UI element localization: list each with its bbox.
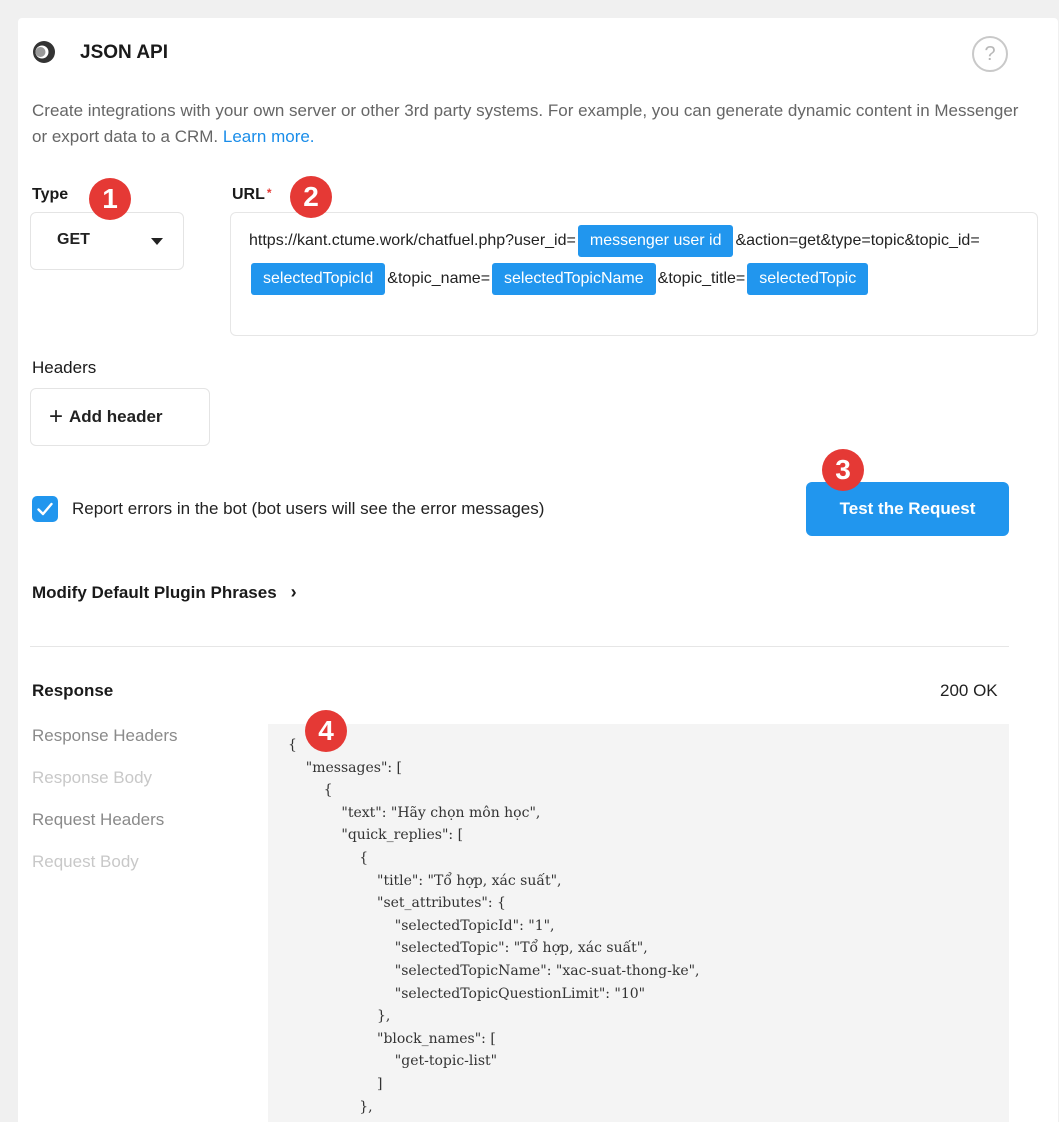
code-line: "messages": [ [288, 759, 403, 776]
page-title: JSON API [80, 42, 168, 63]
caret-down-icon [151, 238, 163, 245]
url-variable-chip[interactable]: selectedTopic [747, 263, 869, 295]
url-label: URL * [232, 186, 272, 204]
url-label-text: URL [232, 186, 265, 203]
json-api-logo-icon [32, 40, 56, 64]
tab-request-body[interactable]: Request Body [32, 852, 139, 872]
annotation-badge-2: 2 [290, 176, 332, 218]
code-line: "selectedTopicQuestionLimit": "10" [288, 985, 646, 1002]
response-body-code: { "messages": [ { "text": "Hãy chọn môn … [268, 724, 1009, 1118]
help-icon[interactable]: ? [972, 36, 1008, 72]
code-line: ] [288, 1075, 383, 1092]
modify-phrases-label: Modify Default Plugin Phrases [32, 583, 277, 602]
code-line: "selectedTopic": "Tổ hợp, xác suất", [288, 940, 648, 957]
code-line: "block_names": [ [288, 1030, 496, 1047]
tab-response-body[interactable]: Response Body [32, 768, 152, 788]
code-line: "get-topic-list" [288, 1053, 498, 1070]
plus-icon: + [49, 403, 64, 430]
url-text-segment: &topic_title= [657, 270, 746, 287]
code-line: }, [288, 1098, 373, 1115]
url-input[interactable]: https://kant.ctume.work/chatfuel.php?use… [230, 212, 1038, 336]
code-line: { [288, 782, 333, 799]
modify-phrases-link[interactable]: Modify Default Plugin Phrases › [32, 582, 297, 603]
url-text-segment: &action=get&type=topic&topic_id= [735, 232, 980, 249]
url-text-segment: https://kant.ctume.work/chatfuel.php?use… [249, 232, 576, 249]
type-select-value: GET [57, 231, 90, 248]
report-errors-checkbox[interactable] [32, 496, 58, 522]
tab-response-headers[interactable]: Response Headers [32, 726, 178, 746]
code-line: "selectedTopicName": "xac-suat-thong-ke"… [288, 962, 700, 979]
tab-request-headers[interactable]: Request Headers [32, 810, 164, 830]
code-line: "text": "Hãy chọn môn học", [288, 804, 541, 821]
url-variable-chip[interactable]: selectedTopicId [251, 263, 386, 295]
url-variable-chip[interactable]: selectedTopicName [492, 263, 656, 295]
description: Create integrations with your own server… [32, 98, 1022, 150]
headers-label: Headers [32, 358, 97, 377]
add-header-button[interactable]: + Add header [30, 388, 210, 446]
annotation-badge-3: 3 [822, 449, 864, 491]
code-line: "title": "Tổ hợp, xác suất", [288, 872, 562, 889]
learn-more-link[interactable]: Learn more. [223, 127, 315, 146]
code-line: { [288, 737, 297, 753]
code-line: }, [288, 1008, 391, 1025]
response-status: 200 OK [940, 681, 998, 700]
type-select[interactable]: GET [30, 212, 184, 270]
divider [30, 646, 1009, 647]
annotation-badge-1: 1 [89, 178, 131, 220]
url-variable-chip[interactable]: messenger user id [577, 225, 734, 257]
required-mark: * [266, 186, 272, 200]
url-text-segment: &topic_name= [387, 270, 491, 287]
annotation-badge-4: 4 [305, 710, 347, 752]
chevron-right-icon: › [290, 582, 297, 602]
code-line: { [288, 849, 369, 866]
report-errors-label: Report errors in the bot (bot users will… [72, 499, 545, 518]
code-line: "selectedTopicId": "1", [288, 917, 555, 934]
code-line: "set_attributes": { [288, 895, 506, 912]
response-code-panel: { "messages": [ { "text": "Hãy chọn môn … [268, 724, 1009, 1122]
type-label: Type [32, 186, 69, 203]
code-line: "quick_replies": [ [288, 827, 464, 844]
add-header-label: Add header [69, 407, 163, 426]
description-text: Create integrations with your own server… [32, 101, 1019, 146]
checkmark-icon [37, 502, 53, 516]
response-label: Response [32, 681, 114, 700]
